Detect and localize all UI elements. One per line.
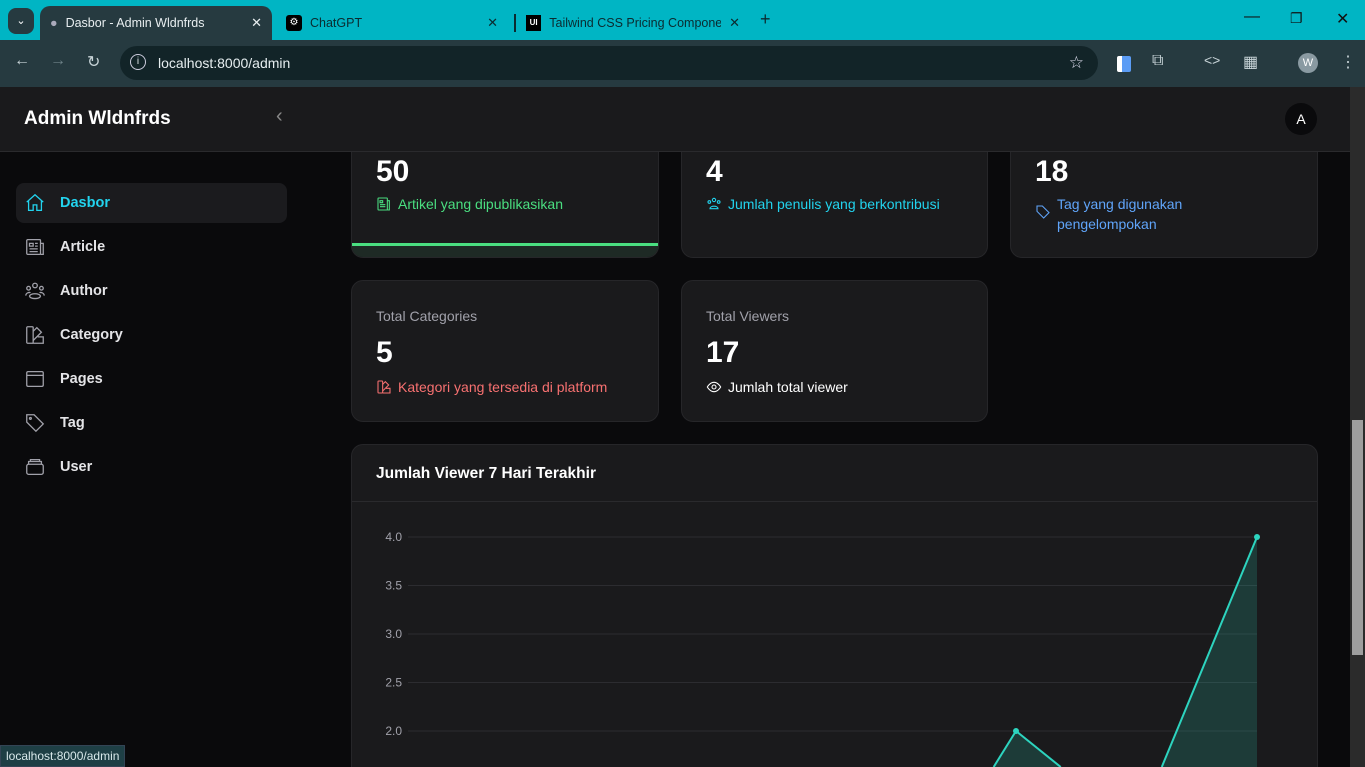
close-tab-icon[interactable]: ✕ (487, 15, 498, 31)
brand-title: Admin Wldnfrds (24, 108, 171, 129)
close-tab-icon[interactable]: ✕ (729, 15, 740, 31)
data-point (1254, 534, 1260, 540)
chart-title: Jumlah Viewer 7 Hari Terakhir (376, 465, 596, 482)
tab-title: Tailwind CSS Pricing Componen (549, 16, 722, 30)
extensions-puzzle-icon[interactable]: ⧉ (1152, 52, 1163, 70)
restore-button[interactable]: ❐ (1290, 10, 1303, 27)
y-tick-label: 4.0 (385, 530, 402, 544)
progress-bar (352, 243, 658, 257)
stat-card-categories: Total Categories 5 Kategori yang tersedi… (351, 280, 659, 422)
sidebar-item-dasbor[interactable]: Dasbor (16, 183, 287, 223)
stat-desc: Artikel yang dipublikasikan (376, 194, 563, 214)
stat-desc: Jumlah penulis yang berkontribusi (706, 194, 940, 214)
chatgpt-icon: ⚙ (286, 15, 302, 31)
tab-dasbor[interactable]: ● Dasbor - Admin Wldnfrds ✕ (40, 6, 272, 40)
tab-tailwind[interactable]: UI Tailwind CSS Pricing Componen ✕ (514, 14, 750, 32)
site-info-icon[interactable]: i (130, 54, 146, 70)
stat-desc-text: Kategori yang tersedia di platform (398, 379, 608, 395)
side-panel-icon[interactable]: ▦ (1243, 52, 1258, 72)
sidebar-item-user[interactable]: User (16, 447, 287, 487)
tab-search-button[interactable]: ⌄ (8, 8, 34, 34)
sidebar-item-label: Article (60, 239, 106, 255)
stat-card-viewers: Total Viewers 17 Jumlah total viewer (681, 280, 988, 422)
scrollbar-thumb[interactable] (1352, 420, 1363, 655)
line-chart: 4.0 3.5 3.0 2.5 2.0 (385, 530, 1260, 767)
sidebar-item-label: Dasbor (60, 195, 110, 211)
sidebar-item-label: Tag (60, 415, 85, 431)
y-tick-label: 2.0 (385, 724, 402, 738)
data-point (1013, 728, 1019, 734)
sidebar-item-label: Category (60, 327, 123, 343)
stat-desc-text: Artikel yang dipublikasikan (398, 196, 563, 212)
window-icon (26, 371, 44, 387)
tag-icon (26, 414, 45, 433)
user-avatar[interactable]: A (1285, 103, 1317, 135)
stat-value: 5 (376, 336, 393, 369)
sidebar-item-author[interactable]: Author (16, 271, 287, 311)
archive-icon (26, 459, 44, 475)
sidebar-item-article[interactable]: Article (16, 227, 287, 267)
main-content: 50 Artikel yang dipublikasikan 4 Jumlah … (340, 112, 1350, 767)
browser-toolbar: ← → ↻ i localhost:8000/admin ☆ ⧉ <> ▦ W … (0, 40, 1365, 87)
swatch-icon (377, 380, 391, 394)
home-icon (26, 193, 44, 211)
tag-icon (1036, 205, 1050, 219)
sidebar-item-label: User (60, 459, 93, 475)
new-tab-button[interactable]: + (760, 9, 771, 30)
sidebar: Dasbor Article Author Category Pages Tag… (0, 152, 340, 767)
stat-value: 50 (376, 155, 410, 188)
profile-avatar[interactable]: W (1298, 53, 1318, 73)
forward-button[interactable]: → (50, 52, 66, 70)
collapse-sidebar-chevron-icon[interactable]: ‹ (276, 105, 283, 128)
browser-menu-icon[interactable]: ⋮ (1340, 52, 1356, 72)
tailwind-ui-icon: UI (526, 15, 542, 31)
stat-desc: Tag yang digunakan pengelompokan (1035, 194, 1235, 234)
sidebar-item-label: Author (60, 283, 108, 299)
y-tick-label: 3.5 (385, 579, 402, 593)
stat-label: Total Viewers (706, 308, 790, 324)
tab-title: Dasbor - Admin Wldnfrds (65, 16, 205, 30)
stat-value: 18 (1035, 155, 1069, 188)
sidebar-item-label: Pages (60, 371, 103, 387)
swatch-icon (26, 326, 44, 344)
eye-icon (706, 381, 722, 393)
chart-card: Jumlah Viewer 7 Hari Terakhir 4.0 3.5 3.0 2… (351, 444, 1318, 767)
stat-value: 4 (706, 155, 723, 188)
stat-desc-text: Tag yang digunakan pengelompokan (1057, 196, 1183, 232)
y-tick-label: 2.5 (385, 676, 402, 690)
browser-tab-bar: ⌄ ● Dasbor - Admin Wldnfrds ✕ ⚙ ChatGPT … (0, 0, 1365, 40)
tab-title: ChatGPT (310, 16, 363, 30)
globe-icon: ● (50, 16, 58, 30)
newspaper-icon (377, 197, 390, 211)
newspaper-icon (26, 239, 44, 255)
close-tab-icon[interactable]: ✕ (251, 15, 262, 31)
sidebar-item-category[interactable]: Category (16, 315, 287, 355)
minimize-button[interactable]: — (1244, 8, 1260, 26)
app-header: Admin Wldnfrds ‹ A (0, 87, 1350, 152)
bookmark-star-icon[interactable]: ☆ (1069, 53, 1084, 73)
tab-chatgpt[interactable]: ⚙ ChatGPT ✕ (276, 6, 508, 40)
stat-desc: Jumlah total viewer (706, 377, 848, 397)
address-bar[interactable]: i localhost:8000/admin ☆ (120, 46, 1098, 80)
sidebar-item-tag[interactable]: Tag (16, 403, 287, 443)
stat-value: 17 (706, 336, 740, 369)
users-icon (25, 282, 45, 300)
sidebar-item-pages[interactable]: Pages (16, 359, 287, 399)
close-window-button[interactable]: ✕ (1336, 9, 1349, 29)
y-tick-label: 3.0 (385, 627, 402, 641)
url-text: localhost:8000/admin (158, 55, 291, 71)
stat-label: Total Categories (376, 308, 478, 324)
stat-desc-text: Jumlah penulis yang berkontribusi (728, 196, 940, 212)
area-fill (993, 537, 1257, 767)
users-icon (707, 197, 721, 210)
reload-button[interactable]: ↻ (87, 52, 100, 72)
devtools-code-icon[interactable]: <> (1204, 52, 1220, 68)
back-button[interactable]: ← (14, 52, 30, 70)
extension-icon[interactable] (1117, 56, 1131, 72)
stat-desc: Kategori yang tersedia di platform (376, 377, 607, 397)
status-bar-url: localhost:8000/admin (0, 745, 126, 767)
stat-desc-text: Jumlah total viewer (728, 379, 848, 395)
